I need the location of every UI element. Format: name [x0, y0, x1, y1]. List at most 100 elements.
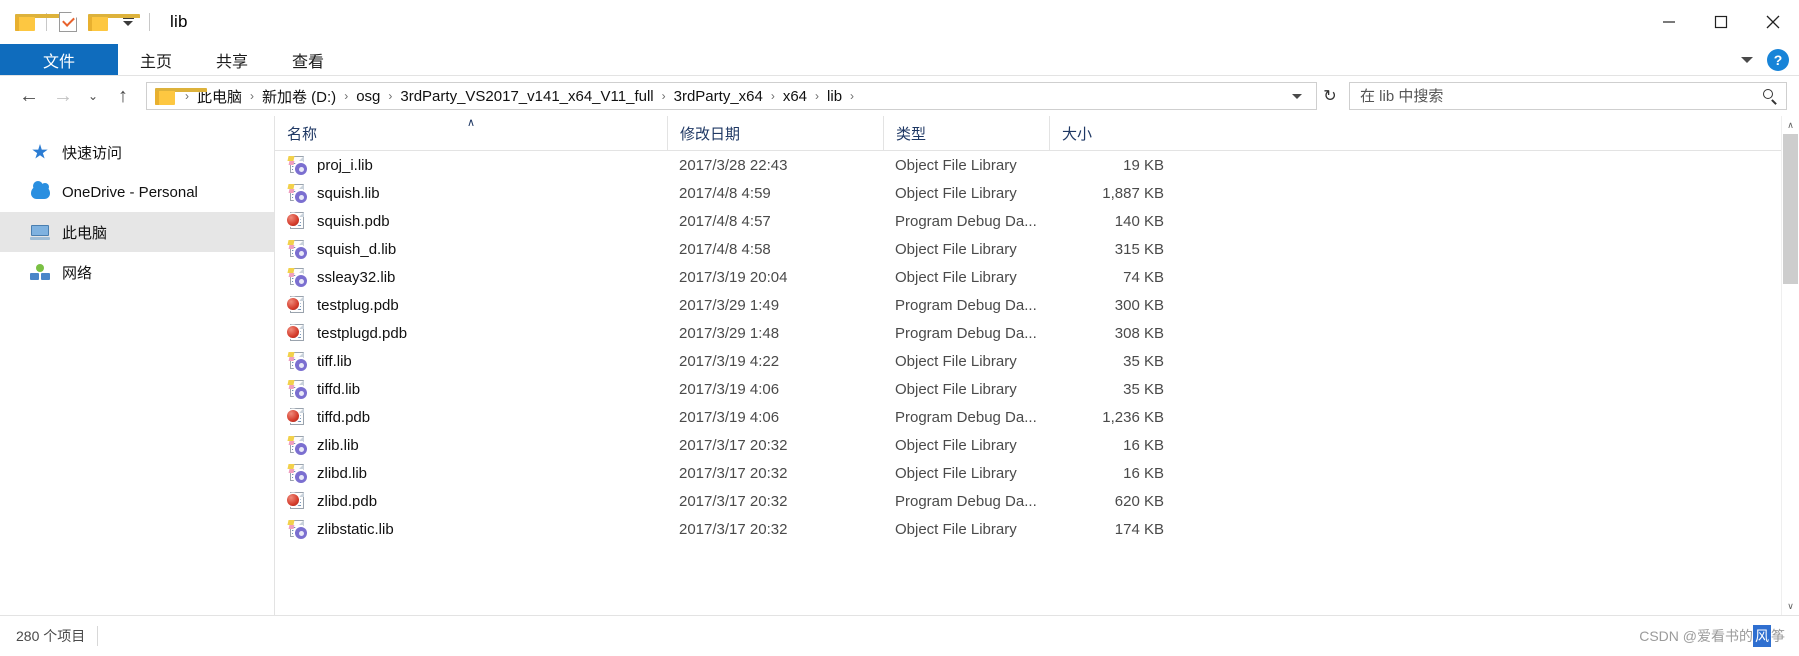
cell-size: 19 KB: [1123, 156, 1164, 174]
column-header-label: 大小: [1062, 125, 1093, 143]
table-row[interactable]: tiff.lib 2017/3/19 4:22 Object File Librar…: [275, 347, 1799, 375]
breadcrumb-item-3[interactable]: 3rdParty_VS2017_v141_x64_V11_full: [398, 88, 655, 105]
address-path-box[interactable]: › 此电脑 › 新加卷 (D:) › osg › 3rdParty_VS2017…: [146, 82, 1317, 110]
pin-icon: [30, 142, 50, 162]
cell-name: tiffd.lib: [275, 375, 667, 403]
cell-size: 315 KB: [1114, 240, 1164, 258]
minimize-button[interactable]: [1643, 0, 1695, 44]
sidebar-item-onedrive[interactable]: OneDrive - Personal: [0, 172, 274, 212]
sidebar-item-this-pc[interactable]: 此电脑: [0, 212, 274, 252]
breadcrumb-separator-4[interactable]: ›: [656, 89, 672, 103]
table-row[interactable]: tiffd.lib 2017/3/19 4:06 Object File Libra…: [275, 375, 1799, 403]
file-name-label: squish_d.lib: [317, 240, 397, 258]
cell-name: proj_i.lib: [275, 151, 667, 179]
chevron-down-icon[interactable]: [1292, 93, 1302, 99]
table-row[interactable]: proj_i.lib 2017/3/28 22:43 Object File Lib…: [275, 151, 1799, 179]
maximize-button[interactable]: [1695, 0, 1747, 44]
sidebar-item-network[interactable]: 网络: [0, 252, 274, 292]
breadcrumb-separator-1[interactable]: ›: [244, 89, 260, 103]
cell-date: 2017/3/29 1:49: [679, 296, 780, 314]
breadcrumb-item-6[interactable]: lib: [825, 88, 844, 105]
file-rows: proj_i.lib 2017/3/28 22:43 Object File Lib…: [275, 151, 1799, 615]
breadcrumb-separator-6[interactable]: ›: [809, 89, 825, 103]
table-row[interactable]: zlibd.lib 2017/3/17 20:32 Object File Libr…: [275, 459, 1799, 487]
tab-file[interactable]: 文件: [0, 44, 118, 76]
sidebar-item-quick-access[interactable]: 快速访问: [0, 132, 274, 172]
pdb-file-icon: [287, 295, 307, 315]
breadcrumb-separator-2[interactable]: ›: [338, 89, 354, 103]
folder-glyph: [15, 13, 67, 31]
tab-view[interactable]: 查看: [270, 44, 346, 76]
scrollbar-thumb[interactable]: [1783, 134, 1798, 284]
table-row[interactable]: squish.lib 2017/4/8 4:59 Object File Libra…: [275, 179, 1799, 207]
help-icon[interactable]: ?: [1767, 49, 1789, 71]
ribbon-divider: [0, 75, 1799, 76]
cell-size: 35 KB: [1123, 352, 1164, 370]
breadcrumb-item-4[interactable]: 3rdParty_x64: [672, 88, 765, 105]
search-icon[interactable]: [1763, 88, 1778, 104]
breadcrumb-item-5[interactable]: x64: [781, 88, 809, 105]
cell-name: zlibd.pdb: [275, 487, 667, 515]
cell-name: testplugd.pdb: [275, 319, 667, 347]
breadcrumb-separator-7[interactable]: ›: [844, 89, 860, 103]
file-name-label: squish.lib: [317, 184, 380, 202]
column-header-type[interactable]: 类型: [883, 116, 1049, 150]
table-row[interactable]: tiffd.pdb 2017/3/19 4:06 Program Debug Da.…: [275, 403, 1799, 431]
properties-glyph: [59, 12, 77, 32]
search-input[interactable]: [1358, 86, 1763, 106]
scroll-down-button[interactable]: ∨: [1782, 597, 1799, 615]
cell-date: 2017/3/17 20:32: [679, 520, 788, 538]
cell-type: Object File Library: [895, 240, 1017, 258]
column-header-size[interactable]: 大小: [1049, 116, 1176, 150]
column-header-date[interactable]: 修改日期: [667, 116, 883, 150]
back-button[interactable]: ←: [12, 81, 46, 111]
customize-quick-access-icon[interactable]: [113, 7, 143, 37]
tab-share[interactable]: 共享: [194, 44, 270, 76]
refresh-icon[interactable]: ↻: [1317, 83, 1343, 109]
new-folder-icon[interactable]: [83, 7, 140, 37]
cell-type: Object File Library: [895, 184, 1017, 202]
chevron-down-icon[interactable]: [1741, 57, 1753, 63]
breadcrumb-item-1[interactable]: 新加卷 (D:): [260, 86, 338, 107]
table-row[interactable]: zlibd.pdb 2017/3/17 20:32 Program Debug Da…: [275, 487, 1799, 515]
table-row[interactable]: zlib.lib 2017/3/17 20:32 Object File Libra…: [275, 431, 1799, 459]
cell-type: Object File Library: [895, 380, 1017, 398]
properties-icon[interactable]: [53, 7, 83, 37]
lib-file-icon: [287, 463, 307, 483]
scroll-up-button[interactable]: ∧: [1782, 116, 1799, 134]
folder-icon[interactable]: [10, 7, 67, 37]
cell-date: 2017/4/8 4:58: [679, 240, 771, 258]
lib-file-icon: [287, 519, 307, 539]
table-row[interactable]: ssleay32.lib 2017/3/19 20:04 Object File L…: [275, 263, 1799, 291]
table-row[interactable]: squish_d.lib 2017/4/8 4:58 Object File Lib…: [275, 235, 1799, 263]
title-bar: lib: [0, 0, 1799, 44]
file-name-label: ssleay32.lib: [317, 268, 396, 286]
cell-date: 2017/3/19 20:04: [679, 268, 788, 286]
table-row[interactable]: zlibstatic.lib 2017/3/17 20:32 Object File…: [275, 515, 1799, 543]
recent-locations-button[interactable]: ⌄: [80, 81, 106, 111]
sidebar-item-label: 此电脑: [62, 224, 108, 242]
vertical-scrollbar[interactable]: ∧ ∨: [1781, 116, 1799, 615]
close-button[interactable]: [1747, 0, 1799, 44]
breadcrumb-item-2[interactable]: osg: [354, 88, 382, 105]
tab-home[interactable]: 主页: [118, 44, 194, 76]
table-row[interactable]: squish.pdb 2017/4/8 4:57 Program Debug Da.…: [275, 207, 1799, 235]
breadcrumb-separator-3[interactable]: ›: [382, 89, 398, 103]
up-button[interactable]: ↑: [106, 81, 140, 111]
cell-size: 1,236 KB: [1102, 408, 1164, 426]
address-box-controls: [1282, 93, 1312, 99]
computer-icon: [30, 222, 50, 242]
file-list-pane: ∧ 名称 修改日期 类型 大小 proj_i.lib 2017/3/28 22:4…: [274, 116, 1799, 615]
toolbar-divider-2: [149, 13, 150, 31]
watermark-prefix: CSDN @爱看书的: [1639, 628, 1753, 644]
column-header-label: 修改日期: [680, 125, 741, 143]
forward-button[interactable]: →: [46, 81, 80, 111]
search-box[interactable]: [1349, 82, 1787, 110]
main-content: 快速访问 OneDrive - Personal 此电脑 网络 ∧ 名称 修改日…: [0, 116, 1799, 615]
table-row[interactable]: testplugd.pdb 2017/3/29 1:48 Program Debug…: [275, 319, 1799, 347]
column-header-name[interactable]: ∧ 名称: [275, 116, 667, 150]
table-row[interactable]: testplug.pdb 2017/3/29 1:49 Program Debug …: [275, 291, 1799, 319]
scrollbar-track[interactable]: [1782, 134, 1799, 597]
breadcrumb-separator-5[interactable]: ›: [765, 89, 781, 103]
file-name-label: zlibd.pdb: [317, 492, 378, 510]
